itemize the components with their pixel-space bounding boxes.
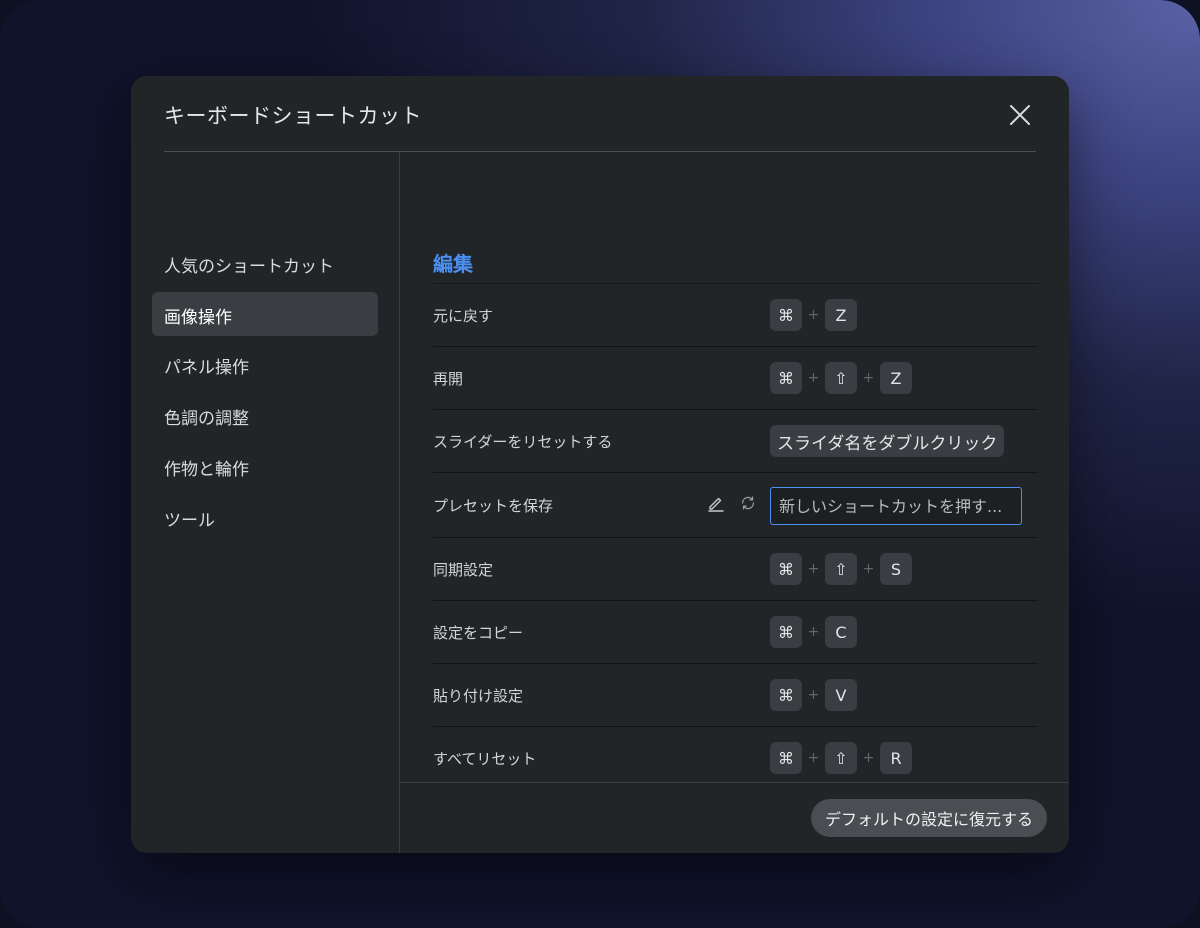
plus-separator: +: [807, 370, 820, 386]
edit-shortcut-button[interactable]: [707, 494, 725, 512]
key-cap: ⌘: [770, 299, 802, 331]
sidebar-item-image-operations[interactable]: 画像操作: [152, 292, 378, 336]
shortcut-row-save-preset[interactable]: プレセットを保存: [433, 473, 1038, 538]
restore-defaults-button[interactable]: デフォルトの設定に復元する: [810, 799, 1047, 837]
key-cap: ⌘: [770, 742, 802, 774]
plus-separator: +: [862, 750, 875, 766]
shortcut-label: プレセットを保存: [433, 497, 554, 515]
key-combo: ⌘ + Z: [770, 299, 857, 331]
shortcut-label: スライダーをリセットする: [433, 433, 613, 451]
shortcut-row-redo[interactable]: 再開 ⌘ + ⇧ + Z: [433, 347, 1038, 410]
sidebar: 人気のショートカット 画像操作 パネル操作 色調の調整 作物と輪作 ツール: [131, 152, 400, 853]
shortcut-list[interactable]: 編集 元に戻す ⌘ + Z 再開 ⌘ + ⇧ + Z スライダーをリセットする …: [400, 152, 1069, 783]
sidebar-item-label: 作物と輪作: [164, 460, 249, 480]
key-cap: S: [880, 553, 912, 585]
sidebar-item-label: 人気のショートカット: [164, 257, 334, 277]
sidebar-item-label: ツール: [164, 511, 215, 531]
shortcut-label: すべてリセット: [433, 750, 537, 768]
row-actions: [707, 494, 757, 512]
key-cap: ⌘: [770, 679, 802, 711]
key-cap: V: [825, 679, 857, 711]
reset-shortcut-button[interactable]: [739, 494, 757, 512]
key-cap: Z: [825, 299, 857, 331]
close-icon: [1010, 105, 1030, 125]
plus-separator: +: [807, 624, 820, 640]
dialog-title: キーボードショートカット: [164, 104, 422, 128]
pencil-icon: [708, 497, 724, 512]
plus-separator: +: [807, 307, 820, 323]
sidebar-item-panel-operations[interactable]: パネル操作: [152, 342, 378, 386]
keyboard-shortcuts-dialog: キーボードショートカット 人気のショートカット 画像操作 パネル操作 色調の調整…: [131, 76, 1069, 853]
key-combo: ⌘ + ⇧ + R: [770, 742, 912, 774]
shortcut-label: 同期設定: [433, 561, 494, 579]
shortcut-row-reset-all[interactable]: すべてリセット ⌘ + ⇧ + R: [433, 727, 1038, 783]
plus-separator: +: [807, 750, 820, 766]
close-button[interactable]: [1003, 98, 1037, 132]
sidebar-item-label: 色調の調整: [164, 409, 249, 429]
sidebar-item-crops-rotation[interactable]: 作物と輪作: [152, 444, 378, 488]
key-cap: ⇧: [825, 742, 857, 774]
plus-separator: +: [862, 370, 875, 386]
dialog-footer: デフォルトの設定に復元する: [400, 782, 1069, 853]
key-cap: ⇧: [825, 362, 857, 394]
sidebar-item-label: パネル操作: [164, 358, 249, 378]
key-cap: R: [880, 742, 912, 774]
sidebar-item-label: 画像操作: [164, 308, 232, 328]
key-cap: Z: [880, 362, 912, 394]
key-combo: ⌘ + ⇧ + S: [770, 553, 912, 585]
shortcut-row-sync-settings[interactable]: 同期設定 ⌘ + ⇧ + S: [433, 538, 1038, 601]
plus-separator: +: [807, 687, 820, 703]
key-cap: ⌘: [770, 616, 802, 648]
key-combo: ⌘ + C: [770, 616, 857, 648]
sidebar-item-tools[interactable]: ツール: [152, 495, 378, 539]
key-cap: ⌘: [770, 362, 802, 394]
plus-separator: +: [807, 561, 820, 577]
key-cap: C: [825, 616, 857, 648]
shortcut-label: 貼り付け設定: [433, 687, 524, 705]
dialog-header: キーボードショートカット: [131, 76, 1069, 152]
shortcut-row-undo[interactable]: 元に戻す ⌘ + Z: [433, 284, 1038, 347]
shortcut-label: 再開: [433, 370, 464, 388]
shortcut-row-reset-slider[interactable]: スライダーをリセットする スライダ名をダブルクリック: [433, 410, 1038, 473]
plus-separator: +: [862, 561, 875, 577]
text-shortcut: スライダ名をダブルクリック: [770, 425, 1005, 457]
shortcut-label: 元に戻す: [433, 307, 494, 325]
key-cap: ⌘: [770, 553, 802, 585]
key-combo: ⌘ + V: [770, 679, 857, 711]
shortcut-row-paste-settings[interactable]: 貼り付け設定 ⌘ + V: [433, 664, 1038, 727]
section-title-edit: 編集: [433, 252, 473, 276]
sidebar-item-tone-adjustment[interactable]: 色調の調整: [152, 393, 378, 437]
key-combo: ⌘ + ⇧ + Z: [770, 362, 912, 394]
shortcut-label: 設定をコピー: [433, 624, 524, 642]
shortcut-row-copy-settings[interactable]: 設定をコピー ⌘ + C: [433, 601, 1038, 664]
refresh-icon: [741, 496, 755, 510]
key-cap: ⇧: [825, 553, 857, 585]
key-combo: スライダ名をダブルクリック: [770, 425, 1005, 457]
new-shortcut-input[interactable]: [770, 487, 1022, 525]
sidebar-item-popular-shortcuts[interactable]: 人気のショートカット: [152, 241, 378, 285]
